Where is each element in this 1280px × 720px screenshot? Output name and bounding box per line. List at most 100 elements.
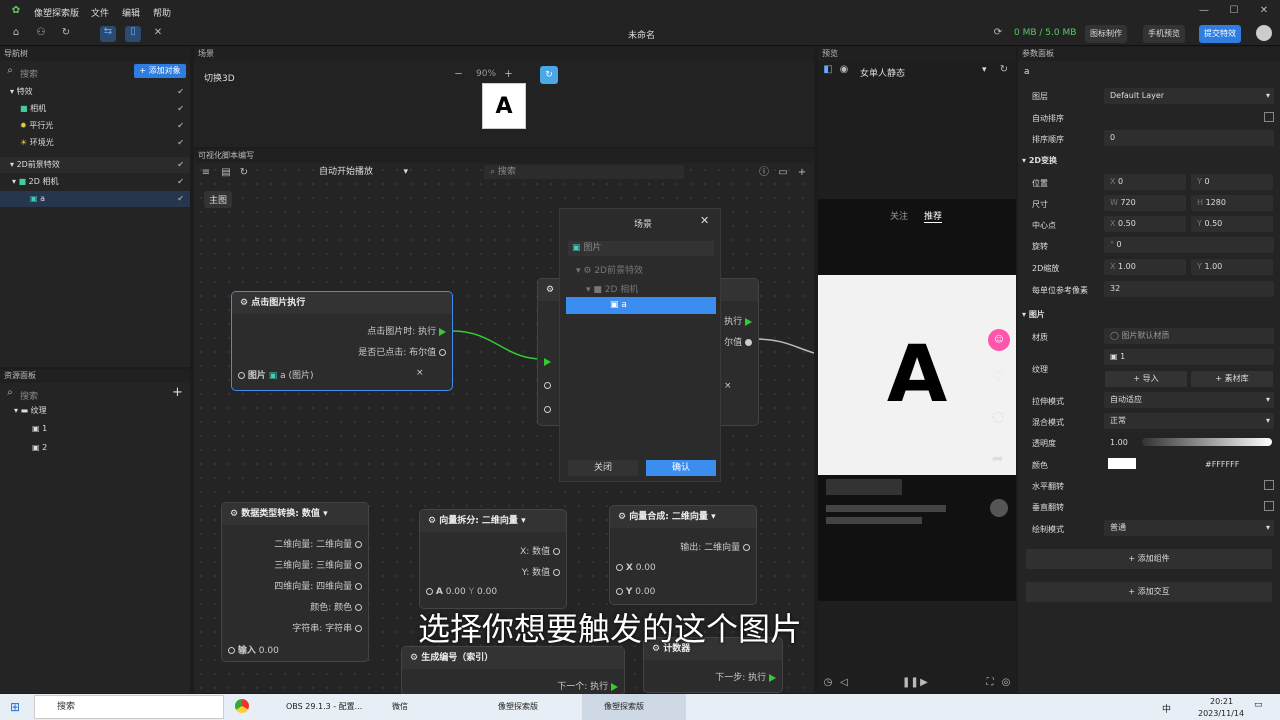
chrome-icon[interactable] [235,699,249,713]
pause-icon[interactable]: ❚❚ [902,677,919,689]
dialog-tree-item[interactable]: ▾ ■ 2D 相机 [586,282,638,295]
input-value[interactable]: 0.00 [636,563,656,573]
tree-item-effects[interactable]: ▾ 特效 ✔ [0,84,190,100]
port-icon[interactable] [745,339,752,346]
height-input[interactable]: H 1280 [1191,195,1273,211]
record-icon[interactable]: ◎ [1000,677,1012,689]
menu-edit[interactable]: 编辑 [122,6,140,19]
scale-y-input[interactable]: Y 1.00 [1191,259,1273,275]
input-value[interactable]: 0.00 [446,587,466,597]
width-input[interactable]: W 720 [1104,195,1186,211]
icon-make-button[interactable]: 图标制作 [1085,25,1127,43]
center-y-input[interactable]: Y 0.50 [1191,216,1273,232]
tools-icon[interactable]: ✕ [152,27,164,39]
draw-mode-select[interactable]: 普通 ▾ [1104,520,1274,536]
vflip-checkbox[interactable] [1264,501,1274,511]
asset-search-input[interactable]: 搜索 [20,389,38,402]
section-2d-transform[interactable]: ▾ 2D变换 [1022,155,1057,166]
visible-check-icon[interactable]: ✔ [177,157,184,173]
zoom-in-icon[interactable]: ＋ [504,67,513,80]
clear-icon[interactable]: × [724,381,732,391]
input-value[interactable]: 0.00 [259,646,279,656]
exec-port-icon[interactable] [769,673,776,682]
reset-view-icon[interactable]: ↻ [540,66,558,84]
phone-preview-button[interactable]: 手机预览 [1143,25,1185,43]
rotation-input[interactable]: ° 0 [1104,237,1274,253]
visible-check-icon[interactable]: ✔ [177,191,184,207]
stretch-select[interactable]: 自动适应 ▾ [1104,392,1274,408]
input-value[interactable]: 0.00 [477,587,497,597]
add-object-button[interactable]: + 添加对象 [134,64,186,78]
dialog-close-icon[interactable]: ✕ [700,214,709,227]
visible-check-icon[interactable]: ✔ [177,118,184,134]
windows-start-icon[interactable]: ⊞ [10,700,20,714]
exec-port-icon[interactable] [439,327,446,336]
asset-item[interactable]: ▣ 1 [0,421,190,437]
autosort-checkbox[interactable] [1264,112,1274,122]
section-image[interactable]: ▾ 图片 [1022,309,1045,320]
dialog-tree-item[interactable]: ▾ ⚙ 2D前景特效 [576,263,643,276]
node-gen-index[interactable]: ⚙ 生成编号（索引） 下一个: 执行 [401,646,625,696]
port-icon[interactable] [355,541,362,548]
refresh-scene-icon[interactable]: ↻ [60,27,72,39]
port-icon[interactable] [553,569,560,576]
minimize-icon[interactable]: — [1198,5,1210,17]
node-vector-split[interactable]: ⚙ 向量拆分: 二维向量 ▾ X: 数值 Y: 数值 A 0.00 Y 0.00 [419,509,567,609]
taskbar-app2[interactable]: 像塑探索版 [582,694,686,720]
reload-preview-icon[interactable]: ↻ [998,64,1010,76]
visible-check-icon[interactable]: ✔ [177,101,184,117]
step-icon[interactable]: ▶ [918,677,930,689]
add-interaction-button[interactable]: + 添加交互 [1026,582,1272,602]
node-click-image[interactable]: ⚙ 点击图片执行 点击图片时: 执行 是否已点击: 布尔值 图片 ▣ a (图片… [231,291,453,391]
submit-effect-button[interactable]: 提交特效 [1199,25,1241,43]
port-icon[interactable] [228,647,235,654]
port-icon[interactable] [355,625,362,632]
asset-item[interactable]: ▣ 2 [0,440,190,456]
blend-select[interactable]: 正常 ▾ [1104,413,1274,429]
port-icon[interactable] [553,548,560,555]
pos-y-input[interactable]: Y 0 [1191,174,1273,190]
object-name-input[interactable]: a [1022,65,1240,79]
port-icon[interactable] [426,588,433,595]
image-port-icon[interactable] [238,372,245,379]
close-icon[interactable]: ✕ [1258,5,1270,17]
exec-port-icon[interactable] [745,317,752,326]
tree-item-2d-camera[interactable]: ▾ ■ 2D 相机 ✔ [0,174,190,190]
nav-search-input[interactable]: 搜索 [20,67,38,80]
menu-file[interactable]: 文件 [91,6,109,19]
maximize-icon[interactable]: ☐ [1228,5,1240,17]
scene-image-object[interactable]: A [482,83,526,129]
taskbar-app1[interactable]: 像塑探索版 [476,694,576,720]
screenshot-icon[interactable]: ◉ [838,64,850,76]
phone-mode-icon[interactable]: ▯ [125,26,141,42]
tree-item-camera[interactable]: ■ 相机 ✔ [0,101,190,117]
color-swatch[interactable] [1108,458,1136,469]
fullscreen-icon[interactable]: ⛶ [984,677,996,689]
color-hex[interactable]: #FFFFFF [1205,460,1239,469]
avatar[interactable] [1256,25,1272,41]
dialog-confirm-button[interactable]: 确认 [646,460,716,476]
port-icon[interactable] [616,564,623,571]
taskbar-wechat[interactable]: 微信 [370,694,470,720]
add-component-button[interactable]: + 添加组件 [1026,549,1272,569]
zoom-out-icon[interactable]: － [454,67,463,80]
port-icon[interactable] [616,588,623,595]
ppu-input[interactable]: 32 [1104,281,1274,297]
texture-select[interactable]: ▣ 1 [1104,349,1274,365]
input-port[interactable] [544,381,551,391]
dialog-close-button[interactable]: 关闭 [568,460,638,476]
template-select[interactable]: 女单人静态 [860,66,905,79]
node-vector-combine[interactable]: ⚙ 向量合成: 二维向量 ▾ 输出: 二维向量 X 0.00 Y 0.00 [609,505,757,605]
import-button[interactable]: + 导入 [1105,371,1187,387]
material-select[interactable]: ◯ 图片默认材质 [1104,328,1274,344]
follow-tab[interactable]: 关注 [890,209,908,222]
camera-toggle-icon[interactable]: ◧ [822,64,834,76]
input-port[interactable] [544,405,551,415]
speed-icon[interactable]: ◷ [822,677,834,689]
sort-order-input[interactable]: 0 [1104,130,1274,146]
visible-check-icon[interactable]: ✔ [177,84,184,100]
tree-item-ambient[interactable]: ☀ 环境光 ✔ [0,135,190,151]
layer-select[interactable]: Default Layer ▾ [1104,88,1274,104]
port-icon[interactable] [743,544,750,551]
exec-port-icon[interactable] [611,682,618,691]
